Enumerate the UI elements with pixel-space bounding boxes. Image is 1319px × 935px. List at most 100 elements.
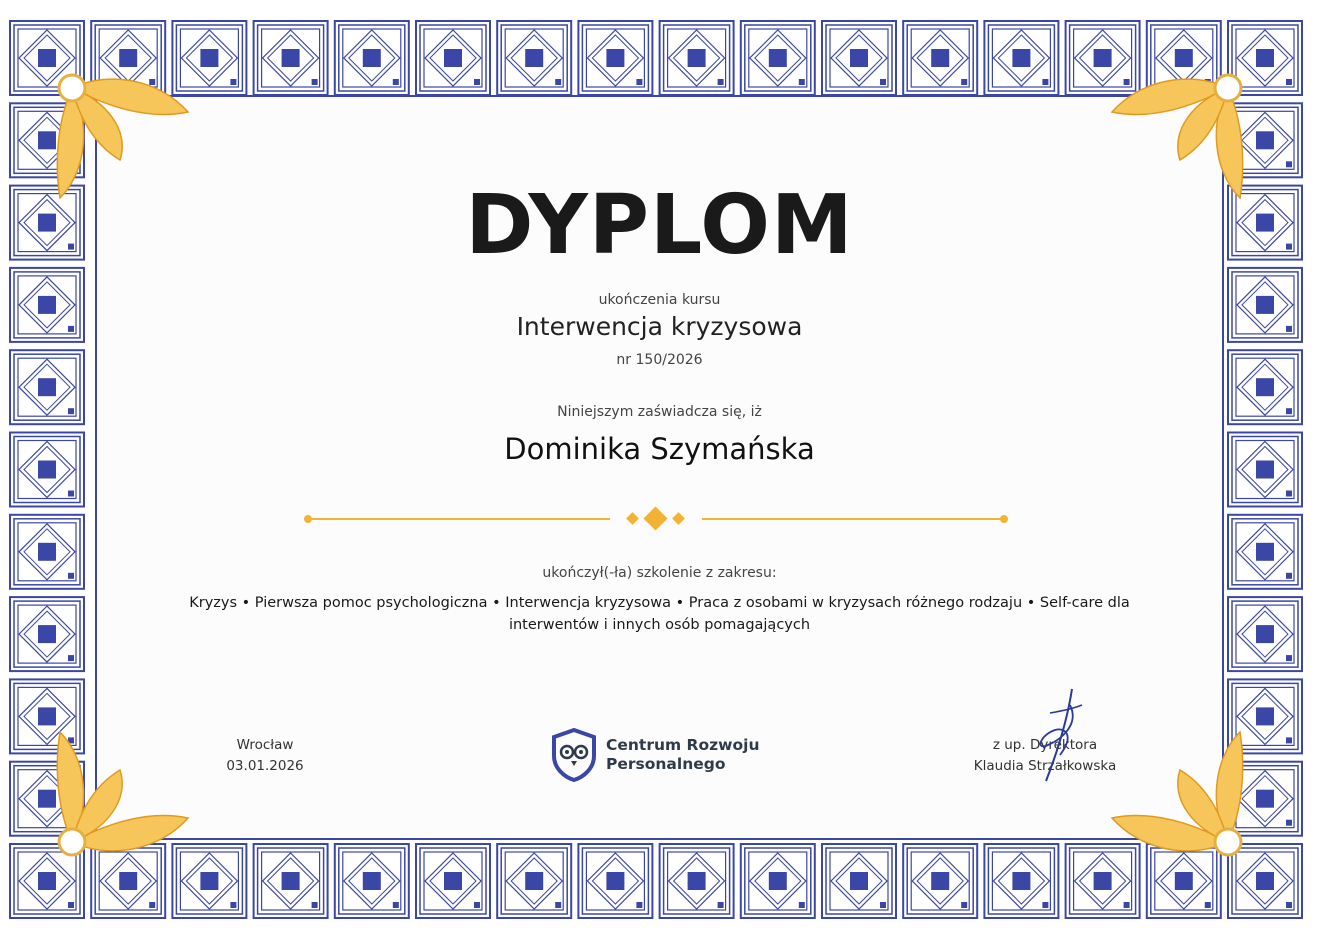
border-tile [658,843,735,919]
issue-place: Wrocław [236,737,294,753]
border-tile-part [1204,902,1211,908]
border-tile [496,20,573,96]
border-tile-part [525,872,544,890]
border-tile-part [474,79,480,85]
course-name: Interwencja kryzysowa [516,312,803,341]
course-number: nr 150/2026 [616,352,703,368]
border-tile-part [119,872,138,890]
border-tile [983,843,1060,919]
border-tile-part [1256,789,1274,808]
border-tile-part [931,872,950,890]
border-tile-part [1012,49,1031,67]
certify-text: Niniejszym zaświadcza się, iż [557,404,762,420]
border-tile [415,843,491,919]
border-tile [333,20,410,96]
border-tile [821,843,897,919]
border-tile-part [768,49,787,67]
border-tile-part [38,542,56,561]
issue-date: 03.01.2026 [226,758,304,774]
director-signature [1039,688,1083,782]
border-tile [983,20,1060,96]
border-tile-part [961,79,968,85]
completed-text: ukończył(-ła) szkolenie z zakresu: [542,565,777,581]
border-tile-part [38,707,56,726]
border-tile-part [1256,625,1274,644]
border-tile-part [1123,902,1130,908]
border-tile-part [392,79,399,85]
corner-leaf-bottom-left [56,730,190,857]
border-tile-part [798,902,805,908]
border-tile-part [1286,79,1292,85]
topics-list: Kryzys • Pierwsza pomoc psychologiczna •… [189,595,1130,633]
border-tile [577,843,654,919]
border-tile-part [149,902,156,908]
border-tile-part [200,49,219,67]
border-tile-part [1093,872,1112,890]
border-tile-part [281,872,300,890]
corner-leaf-bottom-right [1110,730,1244,857]
border-tile [902,20,979,96]
border-tile-part [1286,902,1292,908]
border-tile [821,20,897,96]
border-tile-part [606,49,625,67]
border-tile-part [1286,490,1292,497]
border-tile [1227,596,1303,673]
border-tile-part [850,872,868,890]
border-tile [252,20,329,96]
border-tile-part [281,49,300,67]
border-tile-part [68,655,74,662]
owl-shield-icon [552,728,596,782]
border-tile-part [1256,542,1274,561]
border-tile-part [38,872,56,890]
border-tile-part [555,902,562,908]
border-tile-part [961,902,968,908]
border-tile-part [1286,161,1292,168]
border-tile-part [1042,902,1049,908]
border-tile-part [444,49,462,67]
border-tile-part [606,872,625,890]
border-tile-part [68,490,74,497]
course-intro: ukończenia kursu [598,292,721,308]
border-tile [9,596,85,673]
border-tile-part [717,902,724,908]
border-tile-part [311,902,318,908]
border-tile-part [525,49,544,67]
border-tile-part [1256,131,1274,150]
border-tile-part [1286,737,1292,744]
border-tile-part [555,79,562,85]
border-tile [658,20,735,96]
border-tile-part [230,902,237,908]
border-tile [577,20,654,96]
border-tile-part [687,872,706,890]
border-tile-part [931,49,950,67]
border-tile-part [1286,819,1292,826]
border-tile-part [1256,378,1274,397]
border-tile-part [850,49,868,67]
border-tile [496,843,573,919]
border-tile-part [1012,872,1031,890]
border-tile-part [798,79,805,85]
border-tile-part [880,79,886,85]
border-tile-part [687,49,706,67]
border-tile-part [1042,79,1049,85]
border-tile-part [362,872,381,890]
border-tile-part [1256,49,1274,67]
border-tile-part [1256,872,1274,890]
border-tile-part [1174,872,1193,890]
organization-name-line2: Personalnego [606,755,726,773]
border-tile-part [68,902,74,908]
border-tile-part [474,902,480,908]
border-tile [739,843,816,919]
border-tile-part [38,625,56,644]
border-tile-part [444,872,462,890]
border-tile-part [880,902,886,908]
border-tile [902,843,979,919]
border-tile-part [230,79,237,85]
border-tile [739,20,816,96]
recipient-name: Dominika Szymańska [504,432,815,466]
certificate-title: DYPLOM [465,178,854,273]
border-tile-part [717,79,724,85]
organization-name-line1: Centrum Rozwoju [606,736,760,754]
border-tile [415,20,491,96]
border-tile-part [38,378,56,397]
